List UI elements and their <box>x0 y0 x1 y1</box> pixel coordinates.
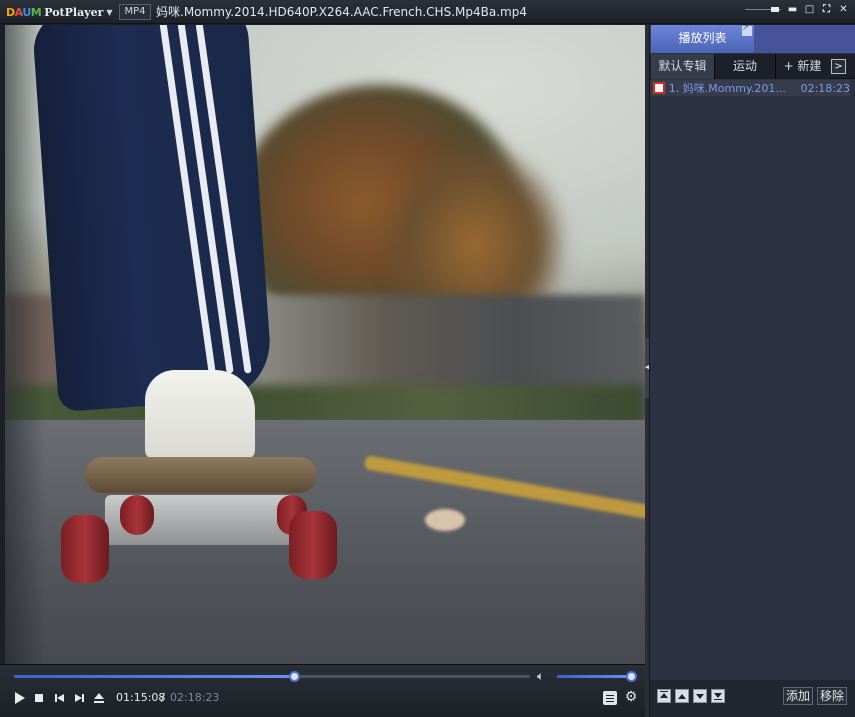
transport-buttons <box>12 691 106 705</box>
list-item-name: 1. 妈咪.Mommy.201... <box>668 82 786 95</box>
volume-icon[interactable]: 🔈︎ <box>537 669 553 683</box>
add-button[interactable]: 添加 <box>783 687 813 705</box>
seek-bar-thumb[interactable] <box>289 671 301 682</box>
volume-slider[interactable] <box>557 671 637 682</box>
opacity-slider[interactable] <box>745 4 781 15</box>
current-time: 01:15:08 <box>116 691 166 704</box>
album-tab-default[interactable]: 默认专辑 <box>651 54 714 79</box>
tab-playlist[interactable]: 播放列表 <box>651 25 754 53</box>
menu-caret-icon[interactable]: ▼ <box>106 8 112 17</box>
video-leg <box>31 25 274 413</box>
volume-slider-fill <box>557 675 631 678</box>
move-top-icon[interactable] <box>657 689 671 703</box>
format-badge[interactable]: MP4 <box>119 4 151 20</box>
popout-icon[interactable] <box>742 23 752 36</box>
video-wheel <box>61 515 109 583</box>
album-tabs: 默认专辑 运动 + 新建 > <box>650 54 855 79</box>
remove-button[interactable]: 移除 <box>817 687 847 705</box>
playlist-toggle-icon[interactable] <box>603 691 617 705</box>
mp4-file-icon <box>653 82 665 94</box>
seek-bar-fill <box>14 675 295 678</box>
eject-icon[interactable] <box>92 691 106 705</box>
video-wheel <box>289 511 337 579</box>
app-logo[interactable]: DAUM PotPlayer ▼ <box>6 4 113 20</box>
move-up-icon[interactable] <box>675 689 689 703</box>
previous-icon[interactable] <box>52 691 66 705</box>
seek-bar[interactable] <box>14 671 530 682</box>
fullscreen-icon[interactable]: ⛶ <box>821 4 832 15</box>
maximize-icon[interactable]: □ <box>804 4 815 15</box>
album-next-button[interactable]: > <box>831 59 846 74</box>
close-icon[interactable]: ✕ <box>838 4 849 15</box>
video-skateboard <box>85 457 317 493</box>
move-bottom-icon[interactable] <box>711 689 725 703</box>
window-controls: ▬ □ ⛶ ✕ <box>745 4 849 15</box>
app-name: PotPlayer <box>44 5 104 19</box>
next-icon[interactable] <box>72 691 86 705</box>
video-wheel <box>120 495 154 535</box>
list-item[interactable]: 1. 妈咪.Mommy.201... 02:18:23 <box>651 80 850 96</box>
play-icon[interactable] <box>12 691 26 705</box>
minimize-icon[interactable]: ▬ <box>787 4 798 15</box>
list-item-duration: 02:18:23 <box>800 81 850 95</box>
daum-logo: DAUM <box>6 5 42 19</box>
volume-slider-thumb[interactable] <box>626 671 637 682</box>
album-tab-new[interactable]: + 新建 <box>775 54 829 79</box>
playlist-header-fill <box>754 25 855 53</box>
total-time: 02:18:23 <box>170 691 220 704</box>
title-bar: DAUM PotPlayer ▼ MP4 妈咪.Mommy.2014.HD640… <box>0 0 855 24</box>
control-bar: 🔈︎ 01:15:08 / 02:18:23 ⚙ <box>0 664 647 717</box>
move-down-icon[interactable] <box>693 689 707 703</box>
stop-icon[interactable] <box>32 691 46 705</box>
video-pebble <box>425 509 465 531</box>
video-frame[interactable] <box>5 25 645 664</box>
gear-icon[interactable]: ⚙ <box>624 690 638 704</box>
playlist-panel: 播放列表 默认专辑 运动 + 新建 > 1. 妈咪.Mommy.201... 0… <box>649 23 855 717</box>
video-shoe <box>145 370 255 460</box>
file-title: 妈咪.Mommy.2014.HD640P.X264.AAC.French.CHS… <box>156 5 527 19</box>
time-separator: / <box>161 691 165 704</box>
playlist-footer: 添加 移除 <box>650 680 855 717</box>
album-tab-sport[interactable]: 运动 <box>714 54 775 79</box>
playlist-header: 播放列表 <box>650 23 855 53</box>
